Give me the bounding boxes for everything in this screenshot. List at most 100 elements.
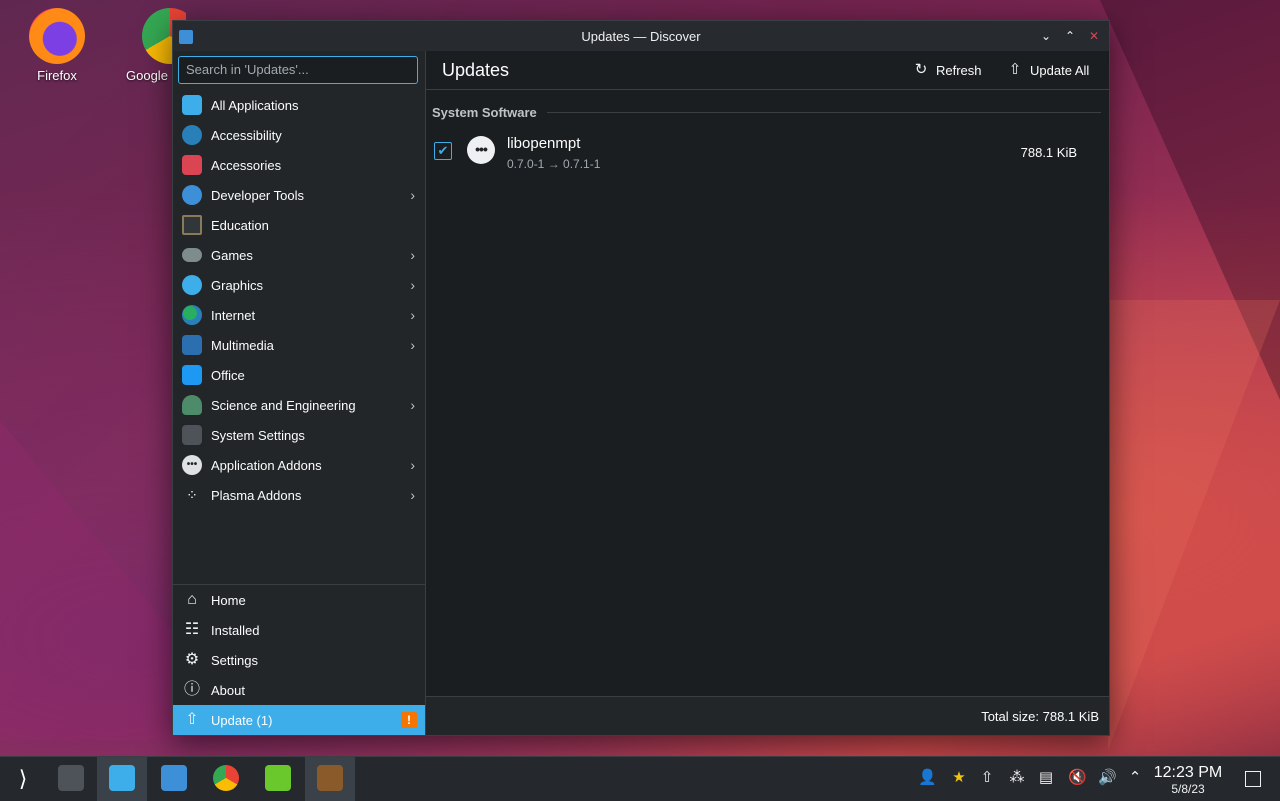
- app-launcher-button[interactable]: ⟩: [0, 757, 50, 801]
- category-item[interactable]: ⁘ Plasma Addons ›: [173, 480, 425, 510]
- developer-icon: [182, 185, 202, 205]
- update-tray-icon[interactable]: ⇧: [978, 769, 996, 787]
- nav-label: Settings: [211, 652, 258, 668]
- clipboard-icon[interactable]: ▤: [1037, 769, 1055, 787]
- package-icon: •••: [467, 136, 495, 164]
- update-all-button[interactable]: ⇧ Update All: [1006, 61, 1090, 79]
- taskbar-item-chrome[interactable]: [201, 757, 251, 801]
- addons-icon: •••: [182, 455, 202, 475]
- title-bar[interactable]: Updates — Discover ⌄ ⌃ ✕: [173, 21, 1109, 51]
- office-icon: [182, 365, 202, 385]
- clock[interactable]: 12:23 PM 5/8/23: [1152, 764, 1224, 796]
- category-item[interactable]: Office: [173, 360, 425, 390]
- category-label: Office: [211, 367, 245, 383]
- taskbar-item-settings[interactable]: [46, 757, 96, 801]
- app-tray-icon[interactable]: ★: [950, 769, 968, 787]
- category-item[interactable]: Multimedia ›: [173, 330, 425, 360]
- update-checkbox[interactable]: ✔: [434, 142, 452, 160]
- chevron-right-icon: ›: [410, 247, 415, 263]
- category-item[interactable]: Science and Engineering ›: [173, 390, 425, 420]
- chevron-right-icon: ›: [410, 397, 415, 413]
- app-icon: [265, 765, 291, 791]
- page-title: Updates: [442, 60, 510, 80]
- toolbar: Updates ↻ Refresh ⇧ Update All: [426, 51, 1109, 90]
- nav-label: Home: [211, 592, 246, 608]
- close-button[interactable]: ✕: [1085, 27, 1103, 45]
- category-item[interactable]: Graphics ›: [173, 270, 425, 300]
- section-title: System Software: [432, 105, 537, 120]
- category-label: Science and Engineering: [211, 397, 356, 413]
- chevron-right-icon: ›: [410, 277, 415, 293]
- chevron-up-icon[interactable]: ⌃: [1126, 769, 1144, 787]
- globe-icon: [182, 305, 202, 325]
- grid-icon: [182, 95, 202, 115]
- installed-icon: ☷: [184, 621, 200, 638]
- category-item[interactable]: Internet ›: [173, 300, 425, 330]
- category-label: Education: [211, 217, 269, 233]
- status-footer: Total size: 788.1 KiB: [426, 696, 1109, 735]
- graphics-icon: [182, 275, 202, 295]
- info-icon: ⓘ: [183, 681, 200, 698]
- refresh-icon: ↻: [914, 61, 928, 78]
- category-label: System Settings: [211, 427, 305, 443]
- refresh-button[interactable]: ↻ Refresh: [912, 61, 982, 79]
- chevron-right-icon: ›: [410, 457, 415, 473]
- accessibility-icon: [182, 125, 202, 145]
- discover-icon: [109, 765, 135, 791]
- category-label: Internet: [211, 307, 256, 323]
- toolbox-icon: [182, 155, 202, 175]
- chevron-right-icon: ›: [410, 337, 415, 353]
- settings-panel-icon: [182, 425, 202, 445]
- user-icon[interactable]: 👤: [918, 769, 937, 787]
- update-item[interactable]: ✔ ••• libopenmpt 0.7.0-1 → 0.7.1-1 788.1…: [426, 125, 1109, 179]
- category-label: Multimedia: [211, 337, 274, 353]
- show-desktop-icon[interactable]: [1245, 771, 1261, 787]
- nav-label: Update (1): [211, 712, 273, 728]
- category-item[interactable]: Games ›: [173, 240, 425, 270]
- network-icon[interactable]: ⁂: [1008, 769, 1026, 787]
- package-version: 0.7.0-1 → 0.7.1-1: [507, 157, 601, 171]
- bottom-navigation: ⌂ Home ☷ Installed ⚙ Settings ⓘ About ⇧ Updat…: [173, 584, 425, 735]
- maximize-button[interactable]: ⌃: [1061, 27, 1079, 45]
- category-item[interactable]: All Applications: [173, 90, 425, 120]
- category-item[interactable]: Education: [173, 210, 425, 240]
- minimize-button[interactable]: ⌄: [1037, 27, 1055, 45]
- taskbar-item-app[interactable]: [253, 757, 303, 801]
- launcher-icon: ⟩: [18, 766, 28, 791]
- nav-label: About: [211, 682, 245, 698]
- category-item[interactable]: Accessories: [173, 150, 425, 180]
- taskbar-item-files[interactable]: [149, 757, 199, 801]
- nav-item-settings[interactable]: ⚙ Settings: [173, 645, 425, 675]
- nav-item-installed[interactable]: ☷ Installed: [173, 615, 425, 645]
- sliders-icon: ⚙: [184, 651, 200, 668]
- category-label: Graphics: [211, 277, 264, 293]
- discover-window: Updates — Discover ⌄ ⌃ ✕ Search in 'Upda…: [172, 20, 1110, 736]
- taskbar-item-discover[interactable]: [97, 757, 147, 801]
- category-item[interactable]: Accessibility: [173, 120, 425, 150]
- section-divider: [546, 112, 1101, 113]
- sliders-icon: [58, 765, 84, 791]
- taskbar: ⟩ 👤 ★ ⇧ ⁂ ▤ 🔇 🔊 ⌃ 12:23 PM 5/8/23: [0, 756, 1280, 801]
- clock-time: 12:23 PM: [1153, 764, 1223, 781]
- section-header: System Software: [432, 105, 1101, 120]
- desktop-icon-firefox[interactable]: Firefox: [12, 0, 102, 83]
- category-item[interactable]: ••• Application Addons ›: [173, 450, 425, 480]
- category-item[interactable]: System Settings: [173, 420, 425, 450]
- taskbar-item-crafting[interactable]: [305, 757, 355, 801]
- search-input[interactable]: Search in 'Updates'...: [178, 56, 418, 84]
- nav-item-about[interactable]: ⓘ About: [173, 675, 425, 705]
- category-label: Developer Tools: [211, 187, 304, 203]
- category-label: Plasma Addons: [211, 487, 302, 503]
- flask-icon: [182, 395, 202, 415]
- nav-item-home[interactable]: ⌂ Home: [173, 585, 425, 615]
- category-label: Accessories: [211, 157, 282, 173]
- category-item[interactable]: Developer Tools ›: [173, 180, 425, 210]
- package-size: 788.1 KiB: [1020, 145, 1077, 160]
- chevron-right-icon: ›: [410, 487, 415, 503]
- home-icon: ⌂: [187, 591, 197, 608]
- nav-item-update[interactable]: ⇧ Update (1)!: [173, 705, 425, 735]
- volume-icon[interactable]: 🔊: [1098, 769, 1117, 787]
- clock-date: 5/8/23: [1171, 782, 1205, 796]
- chevron-right-icon: ›: [410, 187, 415, 203]
- volume-muted-icon[interactable]: 🔇: [1068, 769, 1087, 787]
